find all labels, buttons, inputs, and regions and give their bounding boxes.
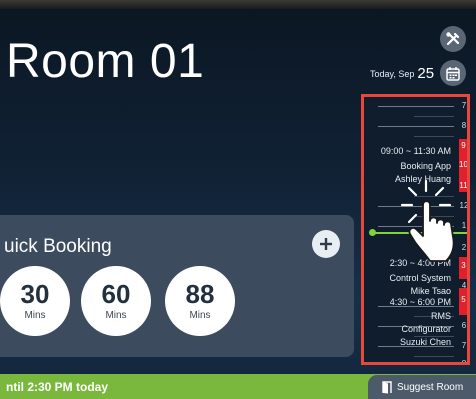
- quick-booking-title: uick Booking: [4, 236, 112, 257]
- device-bezel: [0, 0, 476, 9]
- book-88-button[interactable]: 88 Mins: [165, 266, 235, 336]
- half-hour-line: [414, 356, 454, 357]
- plus-icon: [320, 238, 332, 250]
- option-unit: Mins: [189, 310, 211, 321]
- event-time[interactable]: 4:30 ~ 6:00 PM: [390, 297, 451, 307]
- date-prefix: Today, Sep: [370, 69, 415, 79]
- hour-label-busy: 5: [461, 295, 466, 304]
- option-minutes: 88: [185, 279, 215, 309]
- hour-label: 8: [461, 359, 467, 365]
- event-organizer: Mike Tsao: [410, 286, 451, 296]
- room-title: Room 01: [6, 35, 205, 88]
- calendar-icon: [446, 66, 460, 81]
- suggest-room-label: Suggest Room: [397, 381, 464, 393]
- availability-text: ntil 2:30 PM today: [6, 380, 109, 394]
- add-booking-button[interactable]: [312, 230, 340, 258]
- hour-line: [378, 126, 454, 127]
- door-icon: [382, 380, 392, 393]
- half-hour-line: [414, 136, 454, 137]
- event-title: Control System: [389, 273, 451, 283]
- option-unit: Mins: [24, 310, 46, 321]
- option-unit: Mins: [105, 310, 127, 321]
- room-display-screen: Room 01 Today, Sep 25 7 8 12 1 2 4 6 7 8…: [0, 0, 476, 399]
- current-time-dot: [369, 229, 376, 236]
- suggest-room-button[interactable]: Suggest Room: [368, 375, 476, 399]
- date-day: 25: [417, 65, 435, 82]
- event-organizer: Suzuki Chen: [399, 337, 451, 347]
- settings-button[interactable]: [440, 26, 466, 52]
- hour-label: 6: [461, 321, 467, 330]
- calendar-button[interactable]: [440, 60, 466, 86]
- event-time[interactable]: 09:00 ~ 11:30 AM: [381, 146, 451, 156]
- hour-label: 7: [461, 341, 467, 350]
- option-minutes: 30: [20, 279, 50, 309]
- hour-label: 8: [461, 121, 467, 130]
- hour-line: [378, 106, 454, 107]
- event-title: Booking App: [400, 161, 451, 171]
- event-title: RMS: [431, 311, 451, 321]
- hour-label: 4: [461, 281, 467, 290]
- event-title: Configurator: [401, 324, 451, 334]
- hour-label-busy: 9: [461, 141, 466, 150]
- book-30-button[interactable]: 30 Mins: [0, 266, 70, 336]
- option-minutes: 60: [101, 279, 131, 309]
- tools-icon: [446, 32, 460, 46]
- current-date: Today, Sep 25: [370, 62, 434, 82]
- hour-label-busy: 10: [459, 160, 468, 169]
- half-hour-line: [414, 116, 454, 117]
- hour-label: 7: [461, 101, 467, 110]
- tap-hand-icon: [400, 179, 455, 262]
- book-60-button[interactable]: 60 Mins: [81, 266, 151, 336]
